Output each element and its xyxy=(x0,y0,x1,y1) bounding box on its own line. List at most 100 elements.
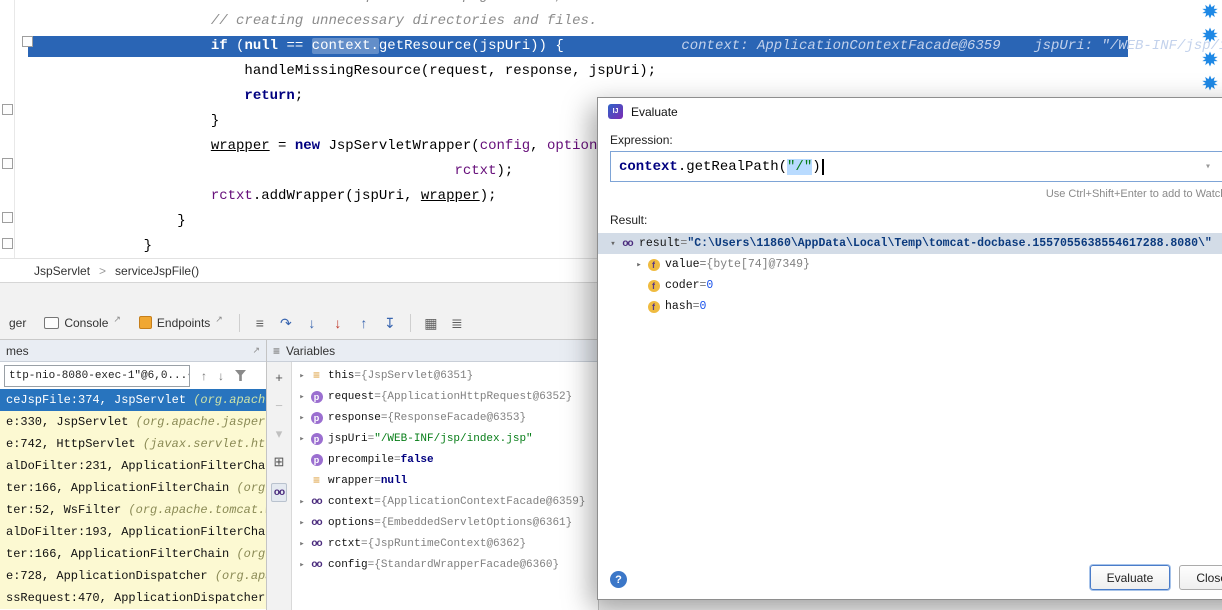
step-out-icon[interactable]: ↑ xyxy=(351,313,377,333)
gear-icon[interactable] xyxy=(1202,27,1218,43)
watch-icon: oo xyxy=(311,517,321,528)
variable-row[interactable]: ≡wrapper = null xyxy=(292,470,598,491)
fold-marker[interactable] xyxy=(22,36,33,47)
tab-console[interactable]: Console ↗ xyxy=(35,306,130,339)
result-child-row[interactable]: fhash = 0 xyxy=(598,296,1222,317)
variable-row[interactable]: ▸oorctxt = {JspRuntimeContext@6362} xyxy=(292,533,598,554)
variable-value: {ApplicationHttpRequest@6352} xyxy=(381,391,572,403)
result-value: "C:\Users\11860\AppData\Local\Temp\tomca… xyxy=(687,237,1212,250)
stack-frame-row[interactable]: ter:166, ApplicationFilterChain (org.apa… xyxy=(0,477,266,499)
next-frame-icon[interactable]: ↓ xyxy=(218,369,224,383)
variable-row[interactable]: ▸oocontext = {ApplicationContextFacade@6… xyxy=(292,491,598,512)
show-watches-icon[interactable]: oo xyxy=(271,483,287,502)
text-caret xyxy=(822,159,824,175)
evaluate-dialog-titlebar[interactable]: IJ Evaluate xyxy=(598,98,1222,125)
variable-row[interactable]: ▸oooptions = {EmbeddedServletOptions@636… xyxy=(292,512,598,533)
frames-panel: mes ↗ ttp-nio-8080-exec-1"@6,0... ▾ ↑ ↓ … xyxy=(0,340,267,610)
add-watch-icon[interactable]: + xyxy=(275,371,283,384)
tab-console-label: Console xyxy=(64,316,108,330)
fold-marker[interactable] xyxy=(2,104,13,115)
run-to-cursor-icon[interactable]: ↧ xyxy=(377,313,403,333)
chevron-expanded-icon[interactable]: ▾ xyxy=(606,239,620,249)
toolbar-separator xyxy=(239,314,240,332)
tab-endpoints[interactable]: Endpoints ↗ xyxy=(130,306,232,339)
tab-debugger[interactable]: ger xyxy=(0,306,35,339)
fold-marker[interactable] xyxy=(2,212,13,223)
stack-frame-row[interactable]: e:742, HttpServlet (javax.servlet.http) xyxy=(0,433,266,455)
stack-frame-row[interactable]: alDoFilter:231, ApplicationFilterChain (… xyxy=(0,455,266,477)
gear-icon[interactable] xyxy=(1202,75,1218,91)
variable-row[interactable]: ▸ooconfig = {StandardWrapperFacade@6360} xyxy=(292,554,598,575)
evaluate-button[interactable]: Evaluate xyxy=(1090,565,1171,590)
gear-icon[interactable] xyxy=(1202,3,1218,19)
variable-value: {JspRuntimeContext@6362} xyxy=(368,538,526,550)
thread-dropdown[interactable]: ttp-nio-8080-exec-1"@6,0... ▾ xyxy=(4,365,190,387)
variable-value: {EmbeddedServletOptions@6361} xyxy=(381,517,572,529)
evaluate-dialog-title: Evaluate xyxy=(631,105,678,119)
duplicate-icon[interactable]: ⊞ xyxy=(274,455,285,468)
layout-icon[interactable]: ≣ xyxy=(444,313,470,333)
chevron-collapsed-icon[interactable]: ▸ xyxy=(295,392,309,402)
console-icon xyxy=(44,317,59,329)
stack-frame-row[interactable]: e:330, JspServlet (org.apache.jasper.ser… xyxy=(0,411,266,433)
chevron-down-icon[interactable]: ▾ xyxy=(276,427,283,440)
breadcrumb-item[interactable]: serviceJspFile() xyxy=(115,264,199,278)
variable-name: precompile xyxy=(328,454,394,466)
hamburger-icon[interactable]: ≡ xyxy=(273,344,280,358)
expression-input[interactable]: context.getRealPath("/")▾ xyxy=(610,151,1222,182)
code-line: handleMissingResource(request, response,… xyxy=(0,59,1222,84)
chevron-collapsed-icon[interactable]: ▸ xyxy=(295,413,309,423)
chevron-collapsed-icon[interactable]: ▸ xyxy=(295,371,309,381)
breadcrumb-item[interactable]: JspServlet xyxy=(34,264,90,278)
variable-row[interactable]: ▸pjspUri = "/WEB-INF/jsp/index.jsp" xyxy=(292,428,598,449)
gear-icon-column xyxy=(1199,3,1221,91)
variable-row[interactable]: pprecompile = false xyxy=(292,449,598,470)
variable-value: 0 xyxy=(700,300,707,313)
chevron-collapsed-icon[interactable]: ▸ xyxy=(295,497,309,507)
view-grid-icon[interactable]: ▦ xyxy=(418,313,444,333)
stack-frame-row[interactable]: alDoFilter:193, ApplicationFilterChain (… xyxy=(0,521,266,543)
stack-frame-row[interactable]: ter:52, WsFilter (org.apache.tomcat.webs… xyxy=(0,499,266,521)
variable-row[interactable]: ▸presponse = {ResponseFacade@6353} xyxy=(292,407,598,428)
result-child-row[interactable]: ▸fvalue = {byte[74]@7349} xyxy=(598,254,1222,275)
close-button[interactable]: Close xyxy=(1179,565,1222,590)
result-row[interactable]: ▾ oo result = "C:\Users\11860\AppData\Lo… xyxy=(598,233,1222,254)
expression-label: Expression: xyxy=(610,133,1222,147)
jump-arrow-icon[interactable]: ↗ xyxy=(252,345,260,356)
step-over-icon[interactable]: ↷ xyxy=(273,313,299,333)
chevron-collapsed-icon[interactable]: ▸ xyxy=(295,560,309,570)
execution-line: if (null == context.getResource(jspUri))… xyxy=(0,34,1222,59)
chevron-down-icon: ▾ xyxy=(187,371,190,381)
watch-icon: oo xyxy=(311,538,321,549)
variable-row[interactable]: ▸prequest = {ApplicationHttpRequest@6352… xyxy=(292,386,598,407)
stack-frame-row[interactable]: ceJspFile:374, JspServlet (org.apache.ja… xyxy=(0,389,266,411)
variable-name: config xyxy=(328,559,368,571)
fold-marker[interactable] xyxy=(2,238,13,249)
result-child-row[interactable]: fcoder = 0 xyxy=(598,275,1222,296)
watch-icon: oo xyxy=(311,496,321,507)
stack-frame-row[interactable]: ssRequest:470, ApplicationDispatcher (or… xyxy=(0,587,266,609)
chevron-collapsed-icon[interactable]: ▸ xyxy=(632,260,646,270)
chevron-collapsed-icon[interactable]: ▸ xyxy=(295,539,309,549)
hamburger-icon[interactable]: ≡ xyxy=(247,313,273,333)
stepping-toolbar: ≡↷↓↓↑↧▦≣ xyxy=(247,313,470,333)
force-step-into-icon[interactable]: ↓ xyxy=(325,313,351,333)
variable-row[interactable]: ▸≡this = {JspServlet@6351} xyxy=(292,365,598,386)
fold-marker[interactable] xyxy=(2,158,13,169)
variable-value: 0 xyxy=(706,279,713,292)
gear-icon[interactable] xyxy=(1202,51,1218,67)
thread-row: ttp-nio-8080-exec-1"@6,0... ▾ ↑ ↓ xyxy=(0,362,266,389)
stack-frame-row[interactable]: ter:166, ApplicationFilterChain (org.apa… xyxy=(0,543,266,565)
chevron-collapsed-icon[interactable]: ▸ xyxy=(295,518,309,528)
step-into-icon[interactable]: ↓ xyxy=(299,313,325,333)
remove-watch-icon[interactable]: − xyxy=(275,399,283,412)
variable-name: this xyxy=(328,370,354,382)
help-icon[interactable]: ? xyxy=(610,571,627,588)
filter-frames-icon[interactable] xyxy=(235,370,246,381)
chevron-collapsed-icon[interactable]: ▸ xyxy=(295,434,309,444)
variable-name: value xyxy=(665,258,700,271)
previous-frame-icon[interactable]: ↑ xyxy=(201,369,207,383)
stack-frame-row[interactable]: e:728, ApplicationDispatcher (org.apache… xyxy=(0,565,266,587)
variables-header-label: Variables xyxy=(286,344,335,358)
chevron-down-icon[interactable]: ▾ xyxy=(1205,161,1211,173)
